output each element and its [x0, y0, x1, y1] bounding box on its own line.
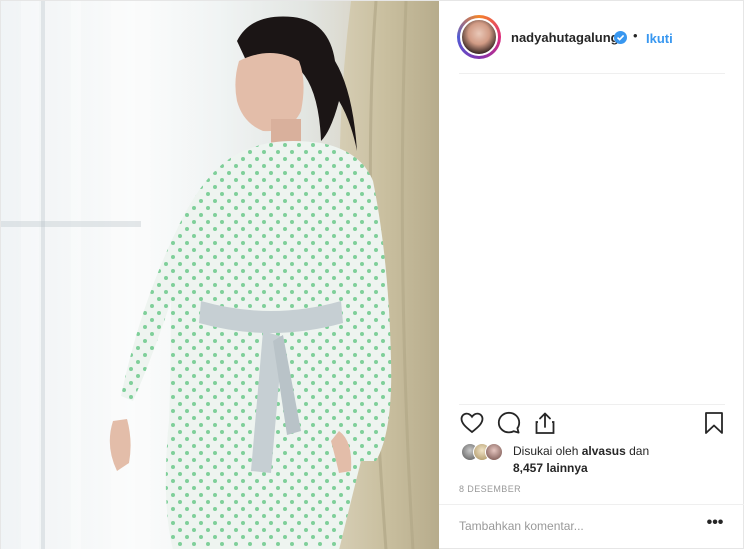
like-button[interactable] — [459, 410, 485, 436]
bookmark-icon — [705, 412, 723, 434]
username-link[interactable]: nadyahutagalung — [511, 30, 619, 45]
post-side-panel: nadyahutagalung • Ikuti Disukai oleh alv… — [439, 1, 744, 549]
ellipsis-icon: ••• — [706, 514, 724, 531]
comment-bubble-icon — [497, 411, 521, 434]
comment-input[interactable] — [459, 516, 689, 536]
comment-divider — [439, 504, 744, 505]
verified-badge-icon — [614, 31, 627, 44]
comments-list[interactable] — [439, 74, 744, 404]
likes-conjunction: dan — [629, 444, 650, 458]
follow-button[interactable]: Ikuti — [646, 31, 673, 46]
likes-prefix: Disukai oleh — [513, 444, 579, 458]
comment-button[interactable] — [496, 410, 522, 436]
heart-icon — [460, 412, 484, 434]
post-date[interactable]: 8 DESEMBER — [459, 484, 521, 494]
liker-avatar[interactable] — [485, 443, 503, 461]
save-button[interactable] — [701, 410, 727, 436]
instagram-post: nadyahutagalung • Ikuti Disukai oleh alv… — [0, 0, 744, 549]
likes-summary: Disukai oleh alvasus dan 8,457 lainnya — [513, 443, 713, 477]
post-header: nadyahutagalung • Ikuti — [439, 1, 744, 73]
more-options-button[interactable]: ••• — [703, 514, 727, 536]
post-photo[interactable] — [1, 1, 439, 549]
liker-username-link[interactable]: alvasus — [582, 444, 626, 458]
actions-divider — [459, 404, 725, 405]
post-photo-illustration — [1, 1, 439, 549]
avatar[interactable] — [460, 18, 498, 56]
avatar-story-ring[interactable] — [457, 15, 501, 59]
header-separator: • — [633, 28, 638, 43]
likes-count-link[interactable]: 8,457 lainnya — [513, 461, 588, 475]
liker-avatars[interactable] — [461, 443, 511, 463]
share-button[interactable] — [532, 410, 558, 436]
share-arrow-icon — [535, 412, 555, 434]
